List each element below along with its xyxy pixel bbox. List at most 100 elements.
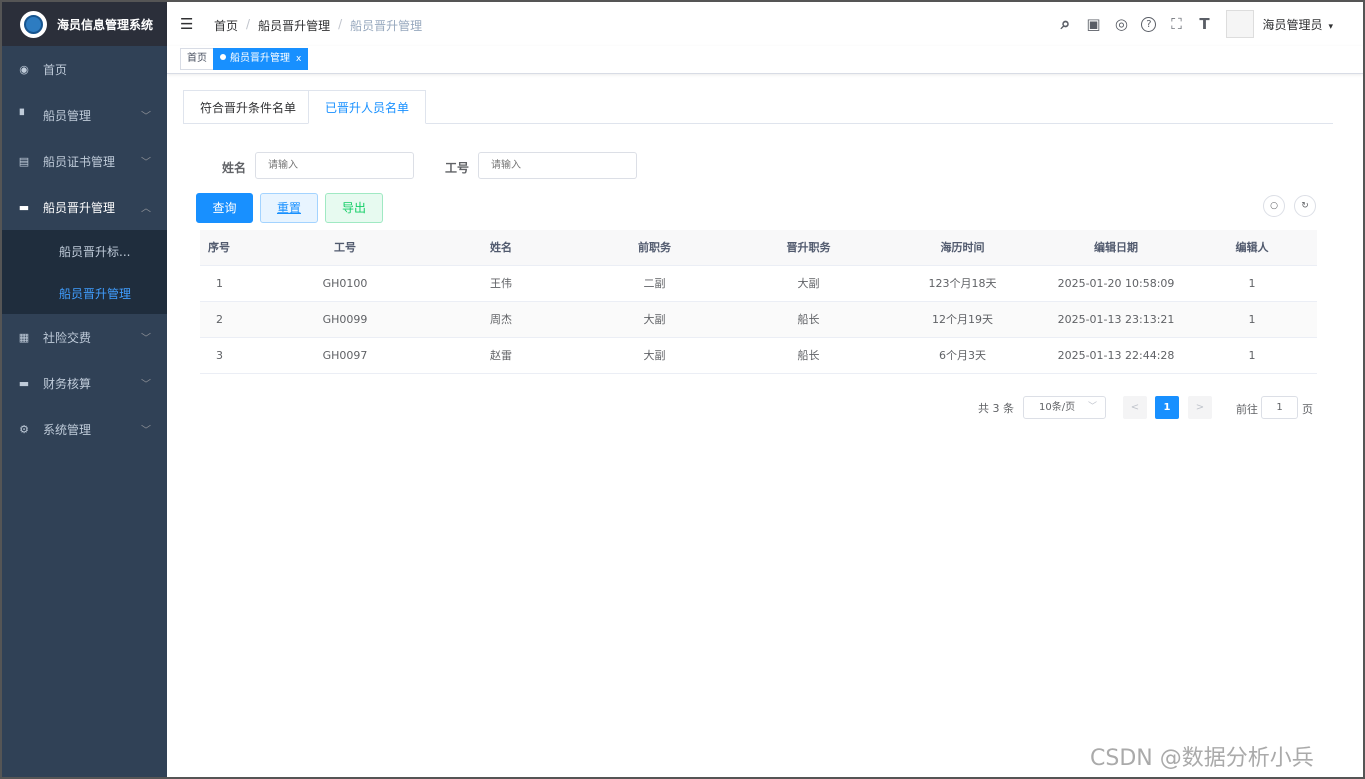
table-cell: 王伟 bbox=[490, 277, 512, 290]
sidebar-item-label: 社险交费 bbox=[43, 330, 92, 345]
reset-button[interactable]: 重置 bbox=[260, 193, 318, 223]
tag-home[interactable]: 首页 bbox=[180, 48, 214, 70]
gear-icon: ⚙ bbox=[19, 422, 29, 436]
sidebar-subitem-promotion-standard[interactable]: 船员晋升标... bbox=[2, 230, 167, 272]
name-input[interactable] bbox=[255, 152, 414, 179]
chevron-down-icon: ﹀ bbox=[1087, 402, 1097, 412]
breadcrumb-item-current: 船员晋升管理 bbox=[350, 19, 423, 33]
chevron-down-icon: ﹀ bbox=[141, 333, 151, 345]
table-cell: 大副 bbox=[643, 349, 666, 362]
employee-id-input[interactable] bbox=[478, 152, 637, 179]
avatar[interactable] bbox=[1226, 10, 1255, 38]
tag-label: 首页 bbox=[187, 53, 207, 64]
sidebar-item-system[interactable]: ⚙ 系统管理 ﹀ bbox=[2, 406, 167, 452]
employee-id-label: 工号 bbox=[445, 161, 470, 175]
help-icon[interactable]: ? bbox=[1141, 16, 1157, 32]
table-cell: 赵雷 bbox=[490, 349, 512, 362]
data-table: 序号 工号 姓名 前职务 晋升职务 海历时间 编辑日期 编辑人 1 GH0100… bbox=[200, 230, 1317, 374]
certificate-icon: ▤ bbox=[18, 154, 30, 168]
column-header: 工号 bbox=[334, 241, 356, 254]
github-icon[interactable]: ◎ bbox=[1113, 15, 1129, 33]
tag-promotion[interactable]: 船员晋升管理 x bbox=[213, 48, 309, 70]
refresh-icon[interactable]: ↻ bbox=[1294, 195, 1316, 217]
table-cell: 1 bbox=[1248, 313, 1256, 326]
fullscreen-icon[interactable]: ⛶ bbox=[1168, 15, 1184, 33]
message-icon[interactable]: ▣ bbox=[1085, 15, 1101, 33]
table-row[interactable]: 1 GH0100 王伟 二副 大副 123个月18天 2025-01-20 10… bbox=[200, 266, 1317, 302]
sidebar-item-home[interactable]: ◉ 首页 bbox=[2, 46, 167, 92]
tag-label: 船员晋升管理 bbox=[230, 53, 290, 64]
table-cell: 1 bbox=[1248, 349, 1256, 362]
sidebar-item-certificates[interactable]: ▤ 船员证书管理 ﹀ bbox=[2, 138, 167, 184]
column-header: 前职务 bbox=[638, 241, 671, 254]
chevron-down-icon: ﹀ bbox=[141, 379, 151, 391]
sidebar-item-label: 船员晋升管理 bbox=[43, 200, 116, 215]
column-header: 晋升职务 bbox=[786, 241, 831, 254]
page-size-select[interactable]: 10条/页 ﹀ bbox=[1023, 396, 1106, 419]
sidebar-subitem-promotion-management[interactable]: 船员晋升管理 bbox=[2, 272, 167, 314]
app-title: 海员信息管理系统 bbox=[57, 17, 154, 32]
table-cell: GH0097 bbox=[322, 349, 368, 362]
sidebar-subitem-label: 船员晋升管理 bbox=[59, 286, 132, 301]
document-icon: ▬ bbox=[18, 376, 30, 390]
sidebar-item-finance[interactable]: ▬ 财务核算 ﹀ bbox=[2, 360, 167, 406]
column-header: 编辑日期 bbox=[1094, 241, 1138, 254]
table-cell: 二副 bbox=[643, 277, 666, 290]
sidebar-item-label: 船员证书管理 bbox=[43, 154, 116, 169]
search-icon[interactable]: ⌕ bbox=[1057, 14, 1073, 34]
prev-page-button[interactable]: < bbox=[1123, 396, 1147, 419]
table-cell: 船长 bbox=[797, 349, 820, 362]
close-icon[interactable]: x bbox=[296, 54, 301, 64]
sidebar-logo[interactable]: 海员信息管理系统 bbox=[2, 2, 167, 46]
username[interactable]: 海员管理员 bbox=[1262, 16, 1322, 33]
tab-eligible-list[interactable]: 符合晋升条件名单 bbox=[183, 90, 314, 124]
column-header: 序号 bbox=[208, 241, 230, 254]
tab-label: 已晋升人员名单 bbox=[325, 101, 410, 115]
table-cell: 123个月18天 bbox=[928, 277, 997, 290]
sidebar-item-label: 船员管理 bbox=[43, 108, 92, 123]
goto-label: 前往 bbox=[1236, 403, 1258, 416]
right-menu: ⌕ ▣ ◎ ? ⛶ T 海员管理员 ▾ bbox=[1057, 2, 1333, 46]
page-number-current[interactable]: 1 bbox=[1155, 396, 1179, 419]
table-cell: 2 bbox=[216, 313, 223, 326]
search-toggle-icon[interactable]: ○ bbox=[1263, 195, 1285, 217]
caret-down-icon[interactable]: ▾ bbox=[1328, 22, 1333, 32]
table-cell: 周杰 bbox=[490, 313, 512, 326]
name-label: 姓名 bbox=[222, 161, 247, 175]
goto-page-input[interactable]: 1 bbox=[1261, 396, 1298, 419]
tab-label: 符合晋升条件名单 bbox=[200, 101, 297, 115]
export-button[interactable]: 导出 bbox=[325, 193, 383, 223]
chevron-down-icon: ﹀ bbox=[141, 425, 151, 437]
next-page-button[interactable]: > bbox=[1188, 396, 1212, 419]
column-header: 编辑人 bbox=[1235, 241, 1269, 254]
breadcrumb-separator: / bbox=[338, 17, 343, 31]
tabs: 符合晋升条件名单 已晋升人员名单 bbox=[183, 90, 1333, 124]
hamburger-icon[interactable]: ☰ bbox=[180, 15, 193, 33]
column-header: 姓名 bbox=[490, 241, 512, 254]
active-dot-icon bbox=[220, 54, 226, 60]
chevron-down-icon: ﹀ bbox=[141, 157, 151, 169]
table-cell: 12个月19天 bbox=[932, 313, 993, 326]
table-cell: GH0100 bbox=[322, 277, 368, 290]
table-cell: 2025-01-13 22:44:28 bbox=[1057, 349, 1175, 362]
sidebar-item-crew[interactable]: ▘ 船员管理 ﹀ bbox=[2, 92, 167, 138]
sidebar-item-promotion[interactable]: ▬ 船员晋升管理 ︿ bbox=[2, 184, 167, 230]
table-row[interactable]: 3 GH0097 赵雷 大副 船长 6个月3天 2025-01-13 22:44… bbox=[200, 338, 1317, 374]
table-cell: 2025-01-13 23:13:21 bbox=[1057, 313, 1175, 326]
tab-promoted-list[interactable]: 已晋升人员名单 bbox=[308, 90, 427, 124]
table-row[interactable]: 2 GH0099 周杰 大副 船长 12个月19天 2025-01-13 23:… bbox=[200, 302, 1317, 338]
breadcrumb-item[interactable]: 船员晋升管理 bbox=[258, 17, 330, 34]
font-size-icon[interactable]: T bbox=[1196, 15, 1212, 33]
sidebar: 海员信息管理系统 ◉ 首页 ▘ 船员管理 ﹀ ▤ 船员证书管理 ﹀ ▬ 船员晋升… bbox=[2, 2, 167, 777]
breadcrumb-item[interactable]: 首页 bbox=[214, 17, 238, 34]
app-logo bbox=[20, 10, 47, 38]
watermark: CSDN @数据分析小兵 bbox=[1090, 746, 1314, 771]
sidebar-item-social-insurance[interactable]: ▦ 社险交费 ﹀ bbox=[2, 314, 167, 360]
table-cell: 1 bbox=[216, 277, 223, 290]
document-icon: ▬ bbox=[18, 200, 30, 214]
navbar: ☰ 首页 / 船员晋升管理 / 船员晋升管理 ⌕ ▣ ◎ ? ⛶ T 海员管理员… bbox=[167, 2, 1363, 46]
table-cell: 6个月3天 bbox=[939, 349, 986, 362]
query-button[interactable]: 查询 bbox=[196, 193, 253, 223]
table-cell: 3 bbox=[216, 349, 223, 362]
chevron-down-icon: ﹀ bbox=[141, 111, 151, 123]
